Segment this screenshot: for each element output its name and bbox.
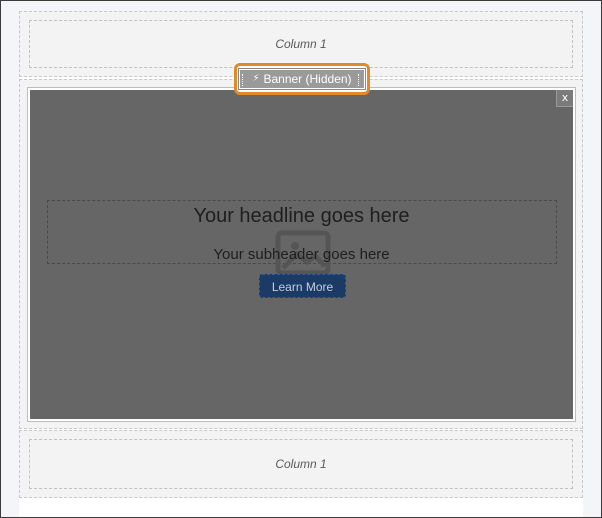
drag-handle-right[interactable]: [358, 74, 361, 86]
banner-component-label[interactable]: ⚡ Banner (Hidden): [238, 68, 366, 90]
drag-handle-left[interactable]: [242, 74, 245, 86]
banner-subheader: Your subheader goes here: [213, 246, 390, 263]
page-builder-frame: Column 1 x Your headline goes here Your …: [0, 0, 602, 518]
lightning-bolt-icon: ⚡: [252, 73, 260, 84]
column-label: Column 1: [275, 37, 327, 51]
banner-label-text: Banner (Hidden): [263, 72, 352, 86]
column-slot[interactable]: Column 1: [29, 439, 573, 489]
close-button[interactable]: x: [556, 90, 573, 107]
banner-headline: Your headline goes here: [193, 205, 410, 227]
column-slot[interactable]: Column 1: [29, 20, 573, 68]
bottom-section[interactable]: Column 1: [19, 430, 583, 498]
banner-component[interactable]: x Your headline goes here Your subheader…: [27, 87, 576, 422]
column-label: Column 1: [275, 457, 327, 471]
learn-more-button[interactable]: Learn More: [259, 274, 346, 298]
